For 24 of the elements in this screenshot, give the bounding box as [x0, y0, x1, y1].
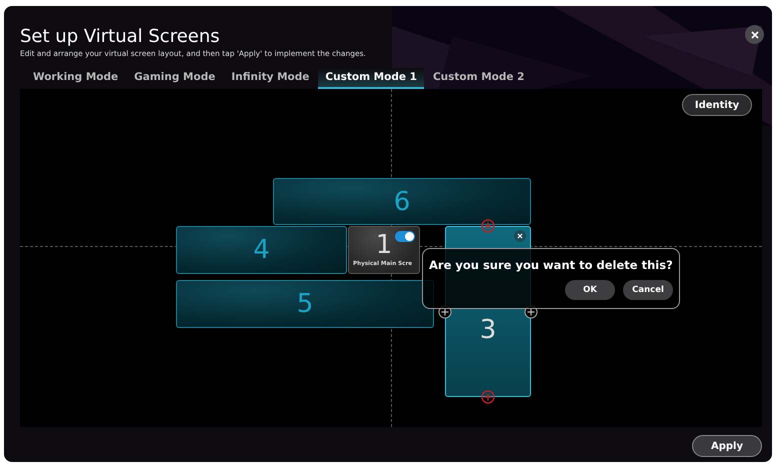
screen-tile[interactable]: 6 — [273, 178, 531, 225]
screen-number: 4 — [253, 235, 270, 265]
mode-tab[interactable]: Working Mode — [26, 68, 126, 89]
screen-number: 3 — [480, 314, 496, 344]
identity-button[interactable]: Identity — [682, 94, 752, 116]
toggle-switch[interactable] — [395, 231, 415, 242]
mode-tab[interactable]: Custom Mode 1 — [318, 68, 424, 89]
screen-tile[interactable]: 5 — [176, 280, 434, 328]
window-title: Set up Virtual Screens — [20, 26, 220, 48]
delete-button[interactable] — [514, 230, 526, 242]
mode-tab[interactable]: Gaming Mode — [127, 68, 222, 89]
add-handle-icon[interactable] — [481, 390, 495, 404]
apply-button[interactable]: Apply — [692, 435, 762, 457]
add-handle-icon[interactable] — [481, 219, 495, 233]
screen-number: 6 — [394, 186, 410, 216]
mode-tab[interactable]: Infinity Mode — [224, 68, 316, 89]
screen-tile[interactable]: 4 — [176, 226, 347, 274]
screen-number: 5 — [296, 289, 314, 319]
dialog-button[interactable]: Cancel — [623, 280, 673, 300]
dialog-button[interactable]: OK — [565, 280, 615, 300]
close-icon — [517, 233, 523, 239]
close-icon — [750, 30, 758, 38]
screen-number: 1 — [376, 230, 392, 260]
mode-tab[interactable]: Custom Mode 2 — [426, 68, 532, 89]
